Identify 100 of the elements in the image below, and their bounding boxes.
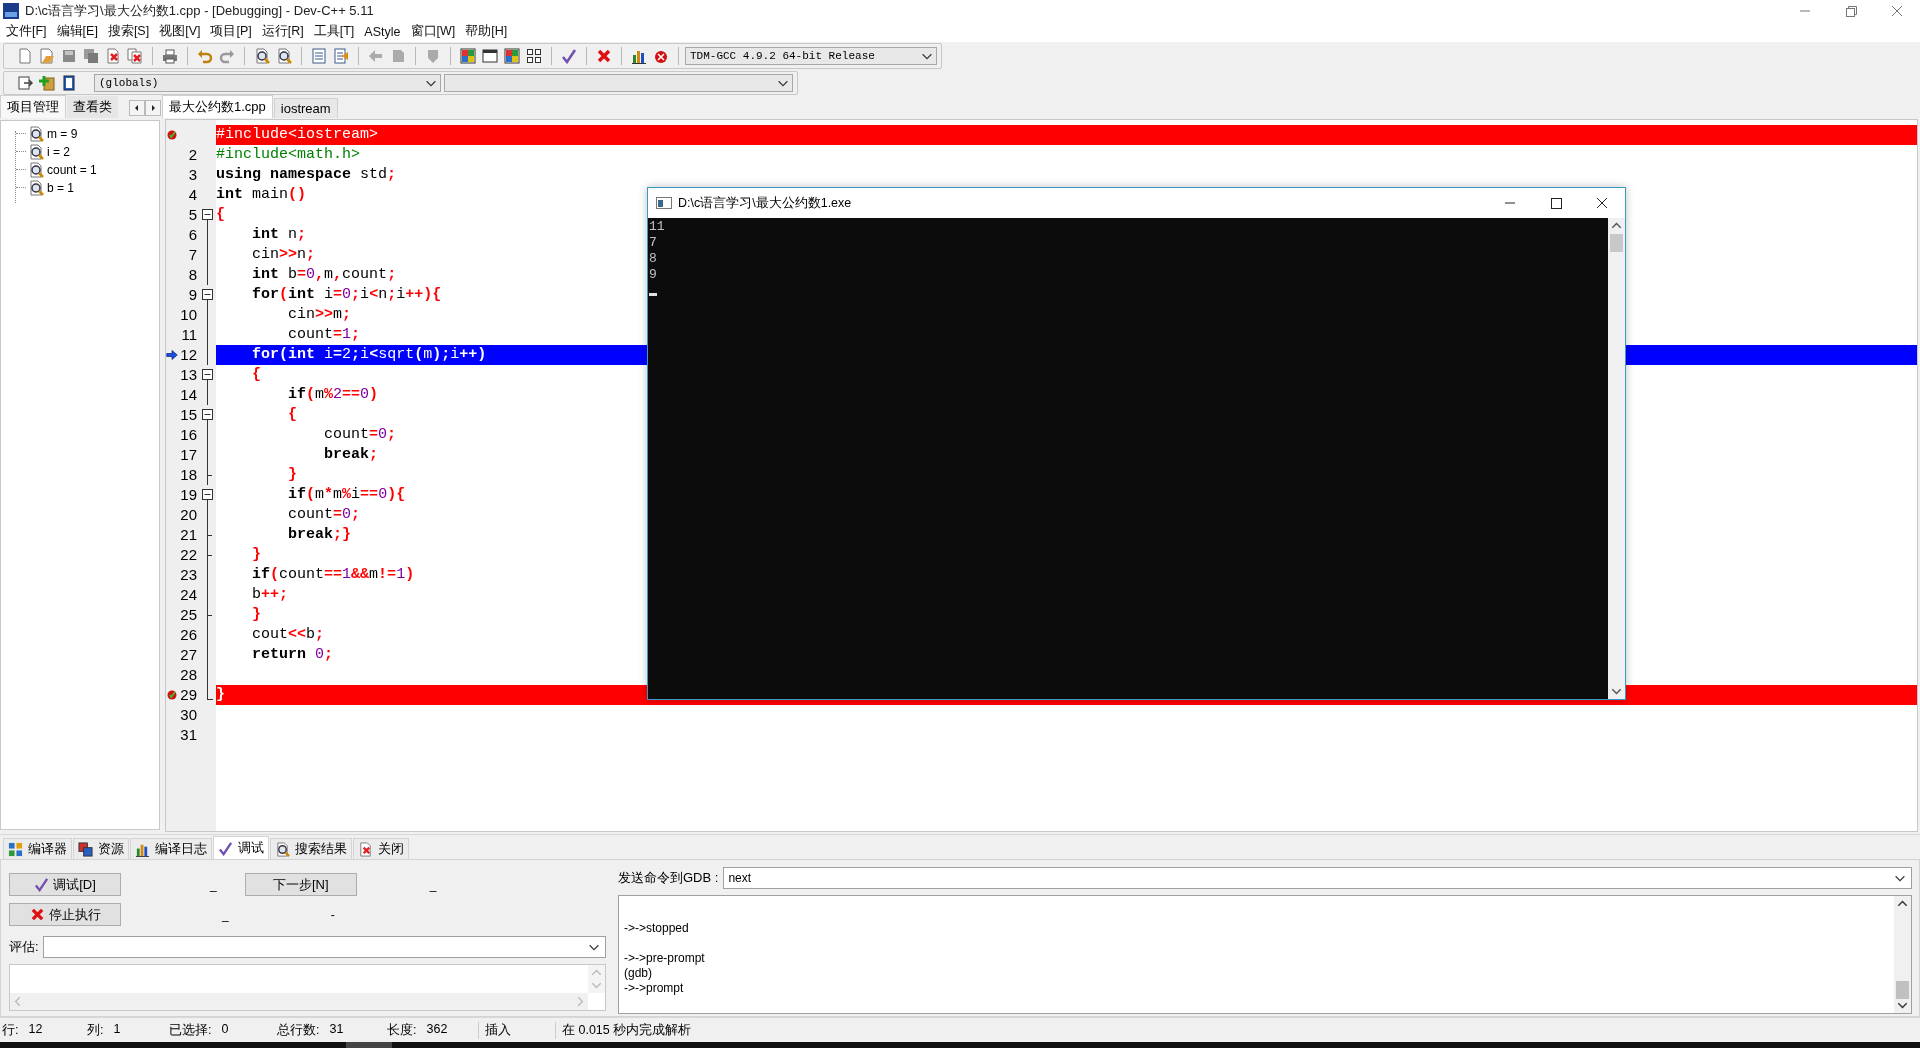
log-line: (gdb)	[624, 966, 653, 982]
scrollbar-thumb[interactable]	[1610, 234, 1623, 252]
code-line: {	[287, 405, 297, 423]
window-title: D:\c语言学习\最大公约数1.cpp - [Debugging] - Dev-C++ 5.11	[25, 2, 374, 20]
code-line: if(m%2==0)	[287, 385, 379, 403]
code-line: using namespace std;	[216, 165, 397, 183]
panel-tab[interactable]: 项目管理	[0, 94, 66, 118]
watch-item[interactable]: m = 9	[47, 126, 78, 141]
status-message: 在 0.015 秒内完成解析	[561, 1021, 692, 1039]
code-line: {	[251, 365, 261, 383]
menu-item[interactable]: 窗口[W]	[410, 23, 456, 41]
code-line: }	[216, 685, 225, 703]
indent-icon[interactable]	[333, 47, 349, 64]
save-all-icon[interactable]	[83, 47, 99, 64]
file-tab[interactable]: iostream	[273, 97, 338, 118]
scrollbar-thumb[interactable]	[1896, 981, 1909, 1000]
fold-toggle-icon[interactable]	[202, 208, 213, 220]
scope-dropdown[interactable]: (globals)	[94, 73, 441, 92]
file-tab[interactable]: 最大公约数1.cpp	[162, 94, 273, 118]
open-file-icon[interactable]	[39, 47, 55, 64]
watch-item[interactable]: b = 1	[47, 180, 75, 195]
book-icon[interactable]	[61, 74, 77, 91]
line-number: 31	[180, 724, 197, 745]
menu-item[interactable]: 工具[T]	[313, 23, 355, 41]
line-number: 17	[180, 444, 197, 465]
close-file-icon	[358, 841, 373, 857]
menu-item[interactable]: 帮助[H]	[465, 23, 508, 41]
debug-button[interactable]: 调试[D]	[9, 873, 121, 897]
line-number: 29	[180, 684, 197, 705]
line-number: 12	[180, 344, 197, 365]
fold-toggle-icon[interactable]	[202, 488, 213, 500]
panel-tab[interactable]: 编译器	[3, 838, 72, 860]
panel-tab[interactable]: 编译日志	[130, 838, 212, 860]
watch-item[interactable]: count = 1	[47, 162, 97, 177]
breakpoint-icon[interactable]	[166, 128, 178, 141]
new-file-icon[interactable]	[17, 47, 33, 64]
menu-item[interactable]: AStyle	[364, 24, 401, 39]
status-value: 12	[28, 1021, 43, 1038]
watch-icon	[28, 161, 44, 178]
close-icon[interactable]	[596, 47, 612, 64]
watch-item[interactable]: i = 2	[47, 144, 70, 159]
scroll-left-icon[interactable]	[129, 99, 145, 116]
app-logo-icon	[3, 3, 19, 19]
line-number: 21	[180, 524, 197, 545]
check-icon	[34, 877, 50, 893]
line-number: 9	[188, 284, 197, 305]
list-icon[interactable]	[311, 47, 327, 64]
code-line: break;	[323, 445, 379, 463]
menu-item[interactable]: 文件[F]	[6, 23, 47, 41]
next-step-button[interactable]: 下一步[N]	[244, 873, 357, 897]
find-icon[interactable]	[254, 47, 270, 64]
panel-tab[interactable]: 资源	[73, 838, 129, 860]
grid-icon[interactable]	[526, 47, 542, 64]
line-number: 19	[180, 484, 197, 505]
menu-item[interactable]: 搜索[S]	[107, 23, 150, 41]
code-line: count=0;	[323, 425, 397, 443]
add-icon[interactable]	[39, 74, 55, 91]
menu-item[interactable]: 运行[R]	[261, 23, 304, 41]
close-all-icon[interactable]	[127, 47, 143, 64]
find-icon	[275, 841, 290, 857]
tiles-icon[interactable]	[504, 47, 520, 64]
status-label: 列:	[87, 1021, 104, 1039]
line-number: 8	[188, 264, 197, 285]
check-icon	[218, 840, 233, 856]
grid-icon	[8, 841, 23, 857]
panel-tab[interactable]: 调试	[213, 836, 269, 860]
placeholder-mark: _	[210, 877, 217, 892]
scroll-right-icon[interactable]	[145, 99, 161, 116]
line-number: 26	[180, 624, 197, 645]
log-line: ->->stopped	[624, 921, 690, 937]
check-icon[interactable]	[561, 47, 577, 64]
compiler-dropdown[interactable]: TDM-GCC 4.9.2 64-bit Release	[685, 46, 937, 65]
panel-tab[interactable]: 搜索结果	[270, 838, 352, 860]
print-icon[interactable]	[162, 47, 178, 64]
window-icon[interactable]	[482, 47, 498, 64]
export-icon[interactable]	[17, 74, 33, 91]
menu-item[interactable]: 项目[P]	[210, 23, 252, 41]
console-output: 8	[649, 251, 658, 267]
menu-item[interactable]: 编辑[E]	[56, 23, 98, 41]
replace-icon[interactable]	[276, 47, 292, 64]
gdb-command-field[interactable]: next	[723, 867, 1912, 890]
line-number: 5	[188, 204, 197, 225]
line-number: 20	[180, 504, 197, 525]
status-value: 1	[113, 1021, 121, 1038]
stop-button[interactable]: 停止执行	[9, 903, 121, 927]
menu-item[interactable]: 视图[V]	[159, 23, 201, 41]
code-line: if(count==1&&m!=1)	[251, 565, 415, 583]
code-line: count=0;	[287, 505, 361, 523]
evaluate-field[interactable]	[42, 936, 606, 959]
panel-tab[interactable]: 关闭	[353, 838, 409, 860]
breakpoint-icon[interactable]	[166, 688, 178, 701]
save-icon[interactable]	[61, 47, 77, 64]
console-icon	[656, 195, 672, 211]
fold-toggle-icon[interactable]	[202, 408, 213, 420]
close-file-icon[interactable]	[105, 47, 121, 64]
fold-toggle-icon[interactable]	[202, 288, 213, 300]
fold-toggle-icon[interactable]	[202, 368, 213, 380]
redo-icon[interactable]	[219, 47, 235, 64]
panel-tab[interactable]: 查看类	[67, 95, 118, 118]
status-value: 362	[426, 1021, 448, 1038]
